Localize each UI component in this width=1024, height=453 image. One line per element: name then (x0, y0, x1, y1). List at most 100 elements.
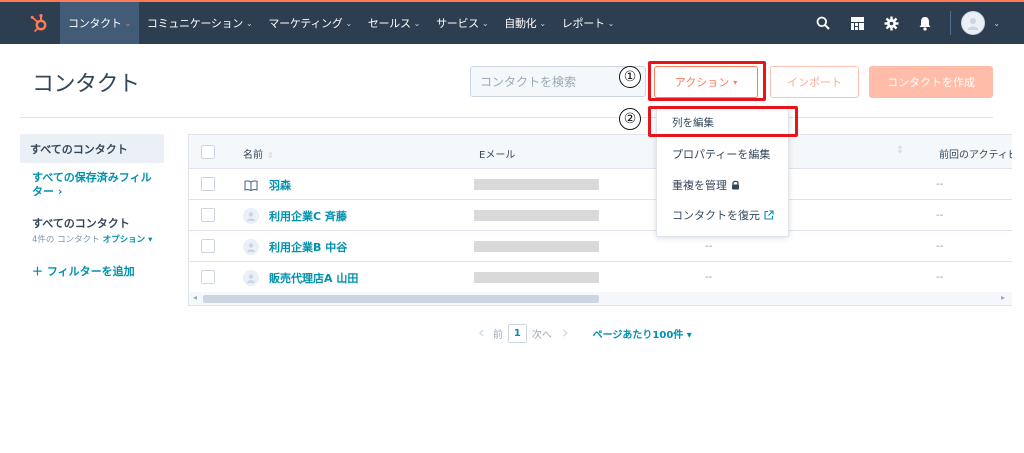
contact-name: 販売代理店A 山田 (269, 272, 359, 285)
last-activity-cell: -- (936, 241, 944, 252)
select-all-checkbox[interactable] (201, 145, 215, 159)
scrollbar-thumb[interactable] (203, 295, 599, 303)
nav-item-sales[interactable]: セールス ⌄ (360, 2, 428, 44)
table-cell: -- (705, 272, 713, 283)
contact-name: 利用企業C 斉藤 (269, 210, 347, 223)
contact-name: 利用企業B 中谷 (269, 241, 348, 254)
current-view-title: すべてのコンタクト (32, 217, 130, 230)
annotation-highlight-edit-columns (648, 106, 798, 137)
table-row[interactable]: 利用企業B 中谷 -- -- (189, 231, 1012, 262)
scroll-right-arrow-icon[interactable]: ▸ (1001, 293, 1005, 302)
external-link-icon (764, 210, 774, 220)
nav-right-tools: ⌄ (806, 2, 1024, 44)
search-placeholder: コンタクトを検索 (480, 75, 577, 89)
contact-name-link[interactable]: 利用企業C 斉藤 (243, 208, 347, 224)
chevron-down-icon[interactable]: ⌄ (993, 19, 1000, 28)
table-row[interactable]: 販売代理店A 山田 -- -- (189, 262, 1012, 293)
chevron-right-icon[interactable]: › (562, 323, 569, 343)
nav-item-label: コミュニケーション (146, 17, 243, 30)
annotation-step-2: ② (619, 108, 641, 130)
nav-item-contacts[interactable]: コンタクト ⌄ (60, 2, 139, 44)
nav-item-label: 自動化 (504, 17, 537, 30)
column-header-name[interactable]: 名前 ⇕ (243, 146, 274, 161)
nav-item-label: コンタクト (68, 17, 122, 30)
menu-item-label: コンタクトを復元 (672, 209, 760, 222)
column-header-last-activity[interactable]: 前回のアクティビ (939, 146, 1012, 161)
header-divider (20, 117, 993, 118)
menu-item-restore-contacts[interactable]: コンタクトを復元 (672, 207, 774, 223)
nav-item-marketing[interactable]: マーケティング ⌄ (260, 2, 359, 44)
settings-icon[interactable] (876, 2, 906, 44)
nav-item-conversations[interactable]: コミュニケーション ⌄ (139, 2, 261, 44)
contact-name-link[interactable]: 羽森 (243, 177, 291, 193)
scroll-left-arrow-icon[interactable]: ◂ (193, 293, 197, 302)
redacted-email (474, 179, 599, 190)
table-cell: -- (705, 241, 713, 252)
person-avatar-icon (243, 270, 259, 286)
person-avatar-icon (243, 239, 259, 255)
chevron-left-icon[interactable]: ‹ (478, 323, 485, 343)
current-page-number[interactable]: 1 (507, 323, 527, 343)
column-header-label: 名前 (243, 150, 263, 161)
add-filter-button[interactable]: ＋ フィルターを追加 (32, 263, 135, 279)
table-header: 名前 ⇕ Eメール ⇕ 前回のアクティビ (189, 135, 1012, 169)
nav-item-service[interactable]: サービス ⌄ (428, 2, 496, 44)
sidebar-item-all-contacts[interactable]: すべてのコンタクト (20, 134, 164, 163)
row-checkbox[interactable] (201, 270, 215, 284)
person-avatar-icon (243, 208, 259, 224)
nav-item-label: セールス (367, 17, 411, 30)
annotation-step-1: ① (619, 66, 641, 88)
menu-item-edit-properties[interactable]: プロパティーを編集 (672, 146, 770, 162)
contact-name-link[interactable]: 販売代理店A 山田 (243, 270, 358, 286)
create-contact-button[interactable]: コンタクトを作成 (869, 66, 993, 98)
options-link[interactable]: オプション ▾ (103, 235, 153, 245)
per-page-select[interactable]: ページあたり100件 ▾ (593, 326, 692, 341)
sidebar-item-label: すべてのコンタクト (30, 142, 128, 156)
sort-icon[interactable]: ⇕ (896, 145, 904, 156)
last-activity-cell: -- (936, 210, 944, 221)
chevron-down-icon: ⌄ (345, 18, 352, 28)
search-icon[interactable] (808, 2, 838, 44)
import-button-label: インポート (787, 76, 842, 89)
row-checkbox[interactable] (201, 208, 215, 222)
horizontal-scrollbar[interactable]: ◂ ▸ (189, 292, 1012, 305)
avatar[interactable] (961, 11, 986, 35)
redacted-email (474, 272, 599, 283)
hubspot-logo-icon[interactable] (22, 2, 56, 44)
chevron-down-icon: ⌄ (124, 18, 132, 28)
prev-page-link[interactable]: 前 (493, 326, 503, 341)
sort-icon: ⇕ (267, 151, 274, 160)
chevron-down-icon: ⌄ (481, 18, 489, 28)
chevron-down-icon: ⌄ (607, 18, 615, 28)
table-row[interactable]: 羽森 -- (189, 169, 1012, 200)
nav-item-label: サービス (436, 17, 479, 30)
contact-count-text: 4件の コンタクト (32, 235, 100, 245)
contact-count: 4件の コンタクト オプション ▾ (32, 233, 152, 245)
pagination: ‹ 前 1 次へ › ページあたり100件 ▾ (478, 322, 692, 344)
contact-name-link[interactable]: 利用企業B 中谷 (243, 239, 347, 255)
annotation-highlight-actions (648, 61, 766, 101)
row-checkbox[interactable] (201, 177, 215, 191)
create-contact-button-label: コンタクトを作成 (887, 76, 975, 89)
table-row[interactable]: 利用企業C 斉藤 -- (189, 200, 1012, 231)
nav-item-automation[interactable]: 自動化 ⌄ (496, 2, 554, 44)
column-header-label: 前回のアクティビ (939, 150, 1012, 161)
menu-item-label: 重複を管理 (672, 179, 727, 192)
nav-item-label: マーケティング (268, 17, 343, 30)
last-activity-cell: -- (936, 179, 944, 190)
contacts-table: 名前 ⇕ Eメール ⇕ 前回のアクティビ 羽森 -- 利用企業C 斉藤 -- 利用… (188, 134, 1012, 306)
nav-divider (950, 11, 952, 35)
column-header-email[interactable]: Eメール (479, 146, 515, 161)
column-header-label: Eメール (479, 150, 516, 161)
lock-icon (731, 180, 740, 190)
nav-item-reports[interactable]: レポート ⌄ (554, 2, 622, 44)
next-page-link[interactable]: 次へ (532, 326, 552, 341)
page-title: コンタクト (32, 72, 140, 97)
menu-item-manage-duplicates[interactable]: 重複を管理 (672, 177, 740, 193)
saved-filters-link[interactable]: すべての保存済みフィルター › (32, 171, 162, 199)
import-button[interactable]: インポート (770, 66, 859, 98)
notifications-icon[interactable] (910, 2, 940, 44)
marketplace-icon[interactable] (842, 2, 872, 44)
row-checkbox[interactable] (201, 239, 215, 253)
chevron-down-icon: ⌄ (539, 18, 546, 28)
